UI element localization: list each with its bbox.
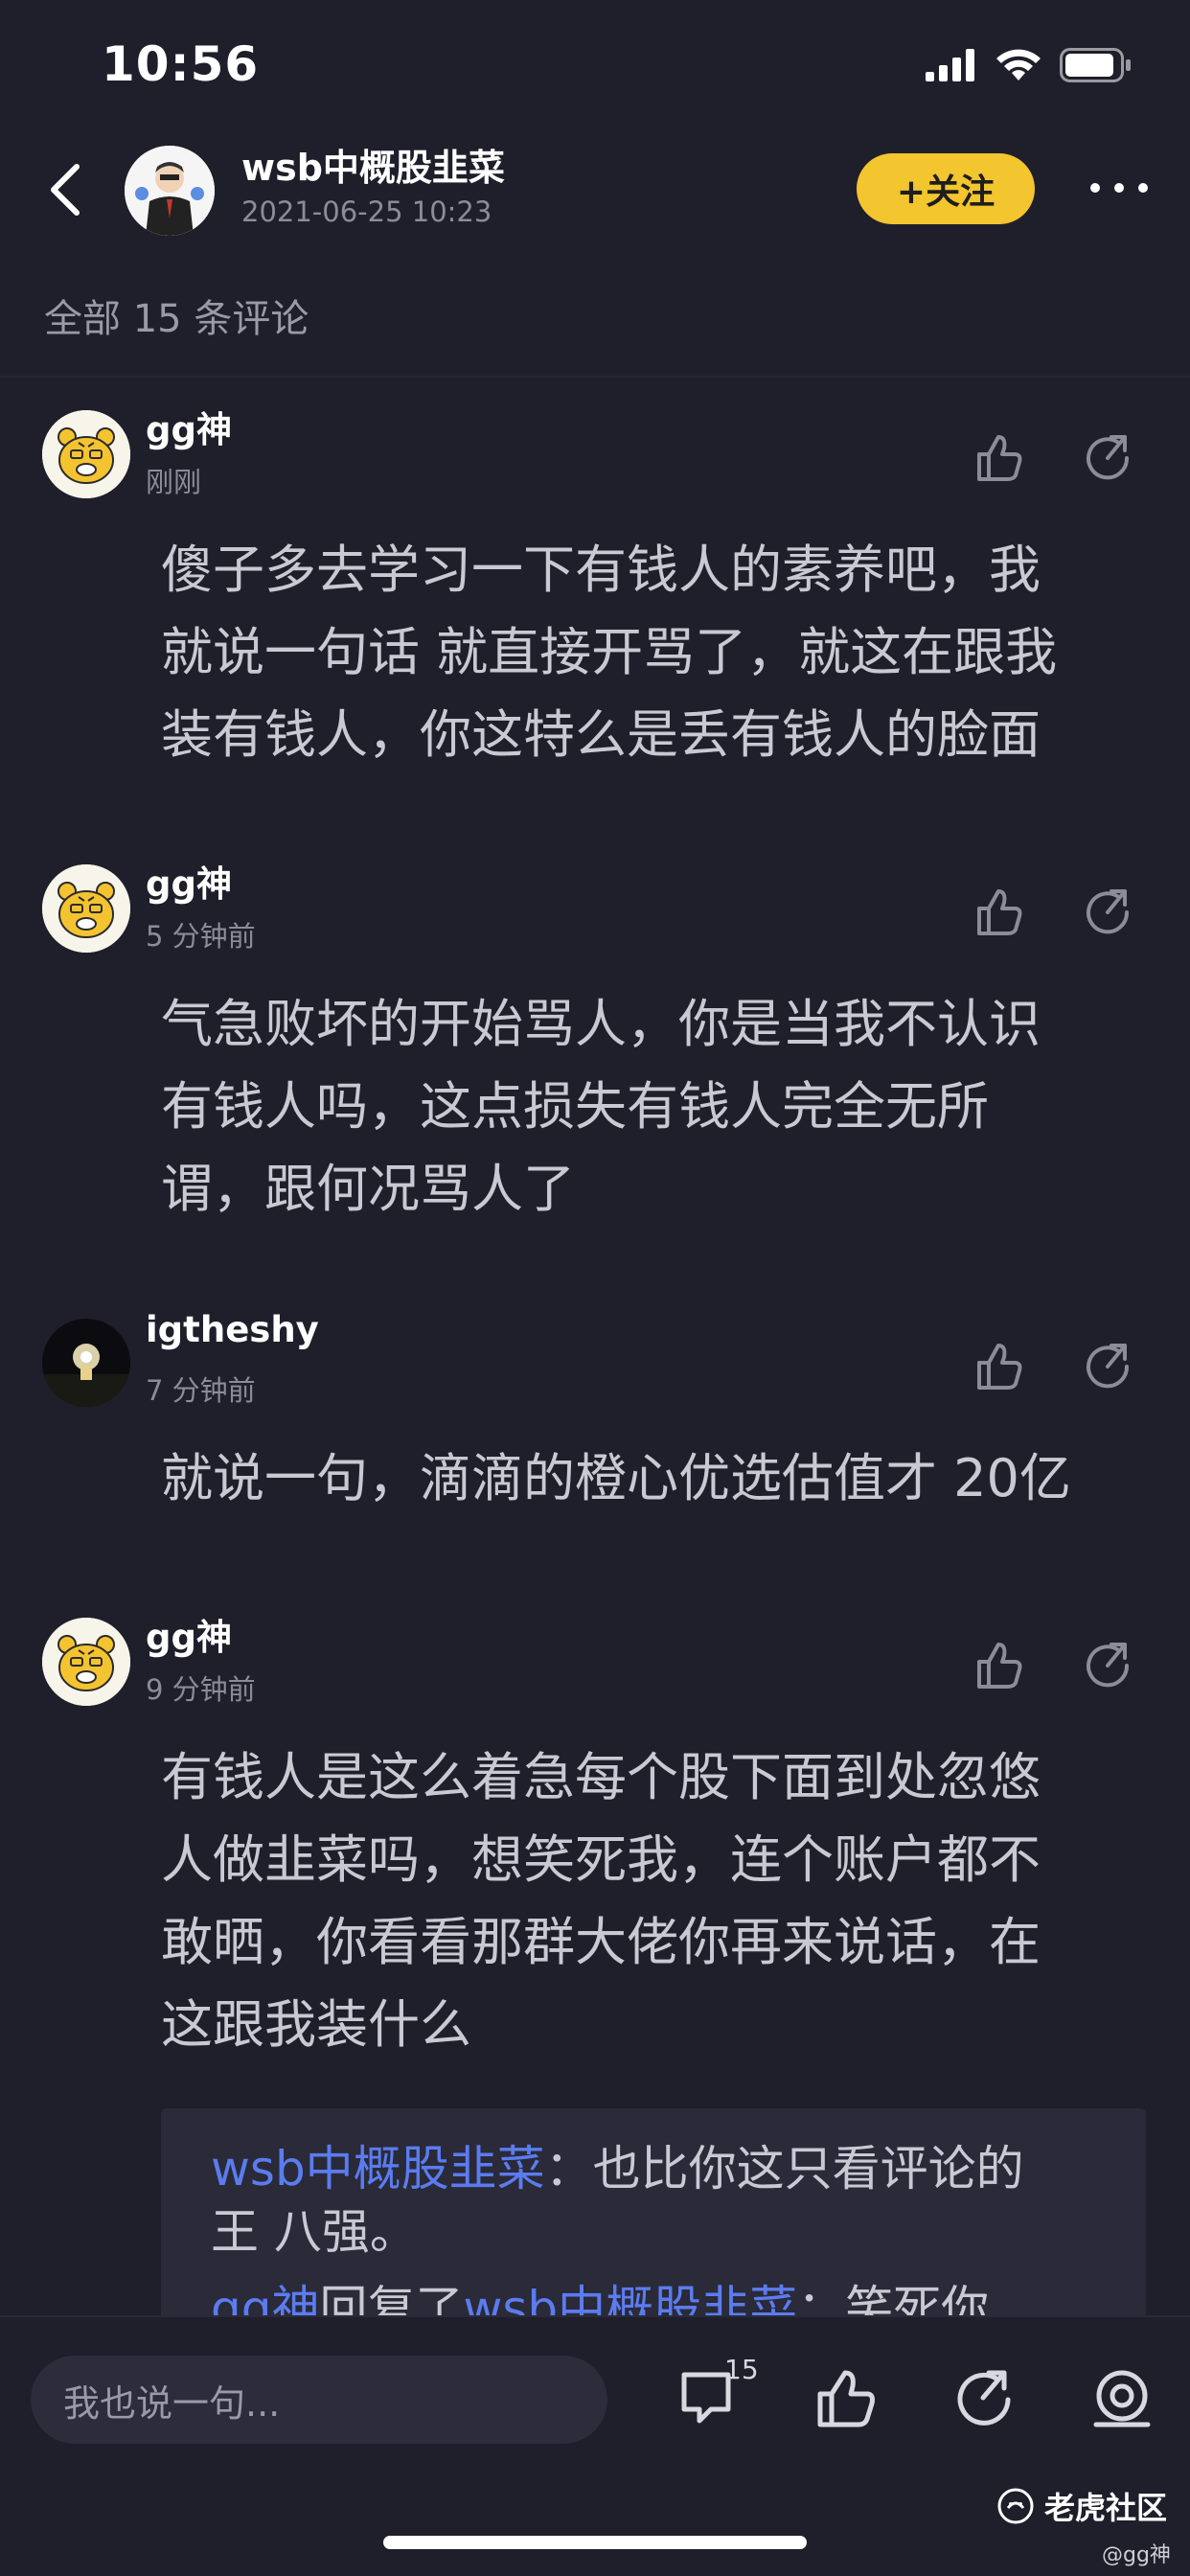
like-button[interactable] [970, 884, 1027, 941]
comment-time: 7 分钟前 [146, 1374, 256, 1407]
commenter-name[interactable]: gg神 [146, 855, 232, 907]
share-arrow-icon [957, 2370, 1011, 2426]
favorite-button[interactable] [1088, 2365, 1156, 2432]
favorite-ring-icon [1093, 2370, 1151, 2427]
divider [0, 376, 1190, 378]
comment-line: 傻子多去学习一下有钱人的素养吧，我 [161, 540, 1041, 600]
comment-text: 就说一句，滴滴的橙心优选估值才 20亿 [161, 1438, 1138, 1520]
comment-time: 刚刚 [146, 466, 202, 498]
reply-thread[interactable]: wsb中概股韭菜：也比你这只看评论的 王 八强。 gg神回复了wsb中概股韭菜：… [161, 2108, 1146, 2319]
more-options-button[interactable] [1090, 176, 1148, 199]
post-header: wsb中概股韭菜 2021-06-25 10:23 +关注 [0, 134, 1190, 249]
comment-time: 9 分钟前 [146, 1673, 256, 1706]
like-button[interactable] [970, 429, 1027, 487]
commenter-name[interactable]: gg神 [146, 401, 232, 452]
tiger-avatar-icon [42, 1618, 130, 1706]
comment-count-label: 全部 15 条评论 [44, 297, 309, 341]
reply-text: ：也比你这只看评论的 [544, 2141, 1024, 2196]
comment-time: 5 分钟前 [146, 920, 256, 953]
comment-line: 有钱人吗，这点损失有钱人完全无所 [161, 1076, 989, 1137]
share-button[interactable] [1079, 1338, 1136, 1395]
thumbs-up-icon [977, 889, 1022, 935]
share-arrow-icon [1087, 1643, 1130, 1688]
comment-line: 这跟我装什么 [161, 1994, 471, 2055]
author-name[interactable]: wsb中概股韭菜 [241, 138, 505, 191]
comment-line: 就说一句，滴滴的橙心优选估值才 20亿 [161, 1448, 1071, 1508]
reply-text-continued: 王 八强。 [211, 2204, 418, 2260]
commenter-name[interactable]: gg神 [146, 1608, 232, 1660]
comment-line: 人做韭菜吗，想笑死我，连个账户都不 [161, 1829, 1041, 1890]
avatar[interactable] [42, 1319, 130, 1407]
comment-line: 装有钱人，你这特么是丢有钱人的脸面 [161, 704, 1041, 765]
share-arrow-icon [1087, 435, 1130, 480]
comment-text: 傻子多去学习一下有钱人的素养吧，我 就说一句话 就直接开骂了，就这在跟我 装有钱… [161, 529, 1138, 776]
commenter-name[interactable]: igtheshy [146, 1309, 319, 1350]
comment-line: 气急败坏的开始骂人，你是当我不认识 [161, 994, 1041, 1054]
share-button[interactable] [1079, 884, 1136, 941]
dot-icon [1090, 183, 1100, 193]
comment-line: 有钱人是这么着急每个股下面到处忽悠 [161, 1747, 1041, 1807]
dot-icon [1114, 183, 1124, 193]
comment-line: 谓，跟何况骂人了 [161, 1159, 575, 1219]
avatar[interactable] [42, 864, 130, 953]
avatar[interactable] [42, 410, 130, 498]
wsb-mascot-icon [125, 146, 215, 236]
like-button[interactable] [970, 1338, 1027, 1395]
post-timestamp: 2021-06-25 10:23 [241, 196, 492, 228]
watermark-handle: @gg神 [1102, 2543, 1171, 2567]
comment-line: 敢晒，你看看那群大佬你再来说话，在 [161, 1912, 1041, 1972]
share-post-button[interactable] [950, 2365, 1018, 2432]
tiger-avatar-icon [42, 410, 130, 498]
reply-item: gg神回复了wsb中概股韭菜：笑死你 [211, 2277, 1121, 2319]
comment-text: 有钱人是这么着急每个股下面到处忽悠 人做韭菜吗，想笑死我，连个账户都不 敢晒，你… [161, 1736, 1138, 2066]
avatar[interactable] [42, 1618, 130, 1706]
comment-line: 就说一句话 就直接开骂了，就这在跟我 [161, 622, 1058, 682]
share-arrow-icon [1087, 889, 1130, 934]
comment-count-badge: 15 [724, 2354, 759, 2385]
thumbs-up-icon [977, 1643, 1022, 1689]
status-icons [926, 46, 1133, 84]
wifi-icon [996, 49, 1041, 80]
home-indicator[interactable] [383, 2536, 807, 2549]
reply-target-link[interactable]: wsb中概股韭菜 [463, 2281, 797, 2319]
like-post-button[interactable] [812, 2365, 880, 2432]
status-time: 10:56 [102, 36, 260, 92]
battery-icon [1060, 48, 1131, 82]
share-button[interactable] [1079, 429, 1136, 487]
chevron-left-icon [51, 164, 80, 216]
reply-user-link[interactable]: gg神 [211, 2281, 319, 2319]
back-button[interactable] [48, 161, 90, 218]
tiger-avatar-icon [42, 864, 130, 953]
comment-input[interactable]: 我也说一句... [31, 2356, 607, 2444]
comment-text: 气急败坏的开始骂人，你是当我不认识 有钱人吗，这点损失有钱人完全无所 谓，跟何况… [161, 983, 1138, 1230]
thumbs-up-icon [817, 2370, 875, 2427]
tiger-logo-icon [997, 2488, 1034, 2524]
author-avatar[interactable] [125, 146, 215, 236]
cellular-signal-icon [926, 49, 974, 81]
like-button[interactable] [970, 1637, 1027, 1694]
thumbs-up-icon [977, 1344, 1022, 1390]
dot-icon [1138, 183, 1148, 193]
reply-connector: 回复了 [319, 2281, 464, 2319]
reply-item: wsb中概股韭菜：也比你这只看评论的 [211, 2137, 1121, 2200]
follow-button[interactable]: +关注 [857, 153, 1035, 224]
brand-name: 老虎社区 [1044, 2490, 1168, 2526]
status-bar: 10:56 [0, 0, 1190, 134]
night-photo-avatar-icon [42, 1319, 130, 1407]
share-button[interactable] [1079, 1637, 1136, 1694]
reply-user-link[interactable]: wsb中概股韭菜 [211, 2141, 545, 2196]
share-arrow-icon [1087, 1344, 1130, 1389]
reply-text: ：笑死你 [797, 2281, 990, 2319]
brand-watermark: 老虎社区 [996, 2484, 1167, 2528]
thumbs-up-icon [977, 435, 1022, 481]
